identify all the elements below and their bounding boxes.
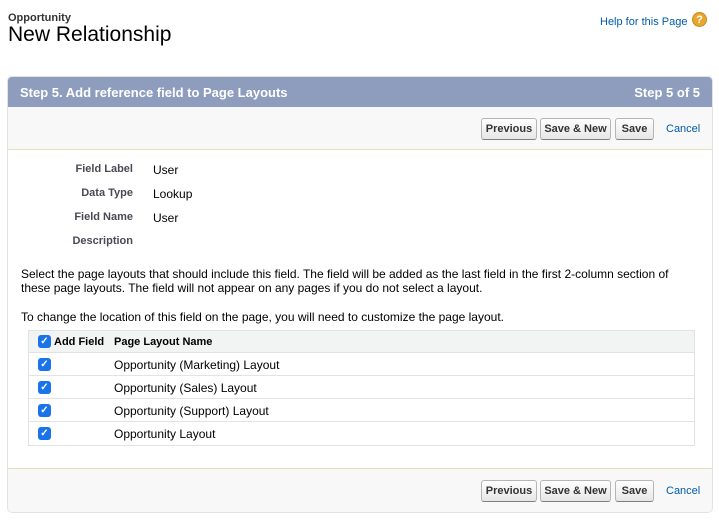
data-type-value: Lookup <box>153 187 193 201</box>
row-checkbox[interactable]: ✓ <box>38 381 51 394</box>
table-row: ✓ Opportunity Layout <box>29 422 694 445</box>
field-label-label: Field Label <box>75 163 133 175</box>
layout-name: Opportunity (Sales) Layout <box>114 381 257 395</box>
top-button-row: Previous Save & New Save Cancel <box>8 118 712 140</box>
select-all-checkbox[interactable]: ✓ <box>38 335 51 348</box>
field-label-value: User <box>153 163 179 177</box>
previous-button[interactable]: Previous <box>481 118 537 140</box>
previous-button-bottom[interactable]: Previous <box>481 480 537 502</box>
row-checkbox[interactable]: ✓ <box>38 404 51 417</box>
layout-name: Opportunity Layout <box>114 427 216 441</box>
table-header: ✓ Add Field Page Layout Name <box>29 331 694 353</box>
step-header: Step 5. Add reference field to Page Layo… <box>8 77 712 107</box>
data-type-label: Data Type <box>81 187 133 199</box>
page-layout-table: ✓ Add Field Page Layout Name ✓ Opportuni… <box>28 330 695 446</box>
help-icon[interactable]: ? <box>692 12 707 27</box>
table-row: ✓ Opportunity (Support) Layout <box>29 399 694 422</box>
row-checkbox[interactable]: ✓ <box>38 358 51 371</box>
cancel-link[interactable]: Cancel <box>666 123 700 135</box>
help-link[interactable]: Help for this Page <box>600 16 687 28</box>
select-layouts-instructions: Select the page layouts that should incl… <box>21 267 669 295</box>
description-label: Description <box>72 235 133 247</box>
save-button[interactable]: Save <box>615 118 654 140</box>
table-row: ✓ Opportunity (Sales) Layout <box>29 376 694 399</box>
add-field-column-header: Add Field <box>54 336 105 348</box>
table-row: ✓ Opportunity (Marketing) Layout <box>29 353 694 376</box>
bottom-button-row: Previous Save & New Save Cancel <box>8 480 712 502</box>
customize-layout-instructions: To change the location of this field on … <box>21 310 504 324</box>
page-title: New Relationship <box>8 23 172 46</box>
row-checkbox[interactable]: ✓ <box>38 427 51 440</box>
step-counter: Step 5 of 5 <box>634 85 700 100</box>
field-name-value: User <box>153 211 179 225</box>
field-name-label: Field Name <box>74 211 133 223</box>
page-layout-name-column-header: Page Layout Name <box>114 336 213 348</box>
save-button-bottom[interactable]: Save <box>615 480 654 502</box>
cancel-link-bottom[interactable]: Cancel <box>666 485 700 497</box>
layout-name: Opportunity (Marketing) Layout <box>114 358 280 372</box>
save-and-new-button[interactable]: Save & New <box>540 118 611 140</box>
layout-name: Opportunity (Support) Layout <box>114 404 269 418</box>
wizard-panel: Step 5. Add reference field to Page Layo… <box>7 76 713 513</box>
save-and-new-button-bottom[interactable]: Save & New <box>540 480 611 502</box>
step-title: Step 5. Add reference field to Page Layo… <box>20 85 288 100</box>
